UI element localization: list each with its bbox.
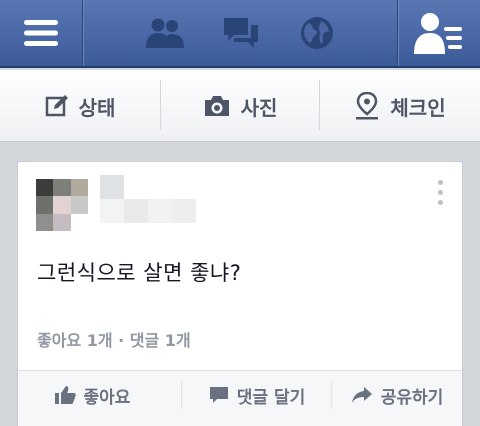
comment-button[interactable]: 댓글 달기 <box>182 371 332 419</box>
composer-action-bar: 상태 사진 체크인 <box>0 70 480 142</box>
menu-button[interactable] <box>0 0 82 66</box>
notifications-globe-icon <box>301 17 333 49</box>
photo-button[interactable]: 사진 <box>160 70 320 142</box>
contacts-icon <box>414 13 462 54</box>
share-button[interactable]: 공유하기 <box>332 371 462 419</box>
more-options-icon[interactable] <box>438 180 444 205</box>
author-name[interactable] <box>100 175 196 223</box>
edit-status-icon <box>45 95 68 117</box>
like-label: 좋아요 <box>83 387 131 408</box>
comment-label: 댓글 달기 <box>236 387 306 408</box>
menu-icon <box>24 20 58 46</box>
status-button[interactable]: 상태 <box>0 70 160 142</box>
camera-icon <box>204 96 229 116</box>
post-actions: 좋아요 댓글 달기 공유하기 <box>18 370 462 426</box>
contacts-button[interactable] <box>398 0 480 66</box>
share-arrow-icon <box>351 387 372 403</box>
photo-label: 사진 <box>240 95 278 120</box>
messages-icon <box>224 18 258 48</box>
friend-requests-button[interactable] <box>140 0 190 66</box>
post-text: 그런식으로 살면 좋냐? <box>37 261 242 285</box>
messages-button[interactable] <box>216 0 266 66</box>
comment-icon <box>209 387 228 403</box>
share-label: 공유하기 <box>380 387 444 408</box>
post-card: 그런식으로 살면 좋냐? 좋아요 1개 · 댓글 1개 좋아요 댓글 달기 공유… <box>17 161 463 426</box>
like-button[interactable]: 좋아요 <box>18 371 166 419</box>
notifications-button[interactable] <box>292 0 342 66</box>
status-label: 상태 <box>78 95 116 120</box>
reaction-counts[interactable]: 좋아요 1개 · 댓글 1개 <box>37 327 191 351</box>
checkin-button[interactable]: 체크인 <box>320 70 480 142</box>
thumbs-up-icon <box>54 386 76 404</box>
top-navigation-bar <box>0 0 480 68</box>
location-pin-icon <box>356 92 379 120</box>
avatar[interactable] <box>36 179 88 231</box>
checkin-label: 체크인 <box>390 95 446 120</box>
friend-requests-icon <box>146 18 184 48</box>
